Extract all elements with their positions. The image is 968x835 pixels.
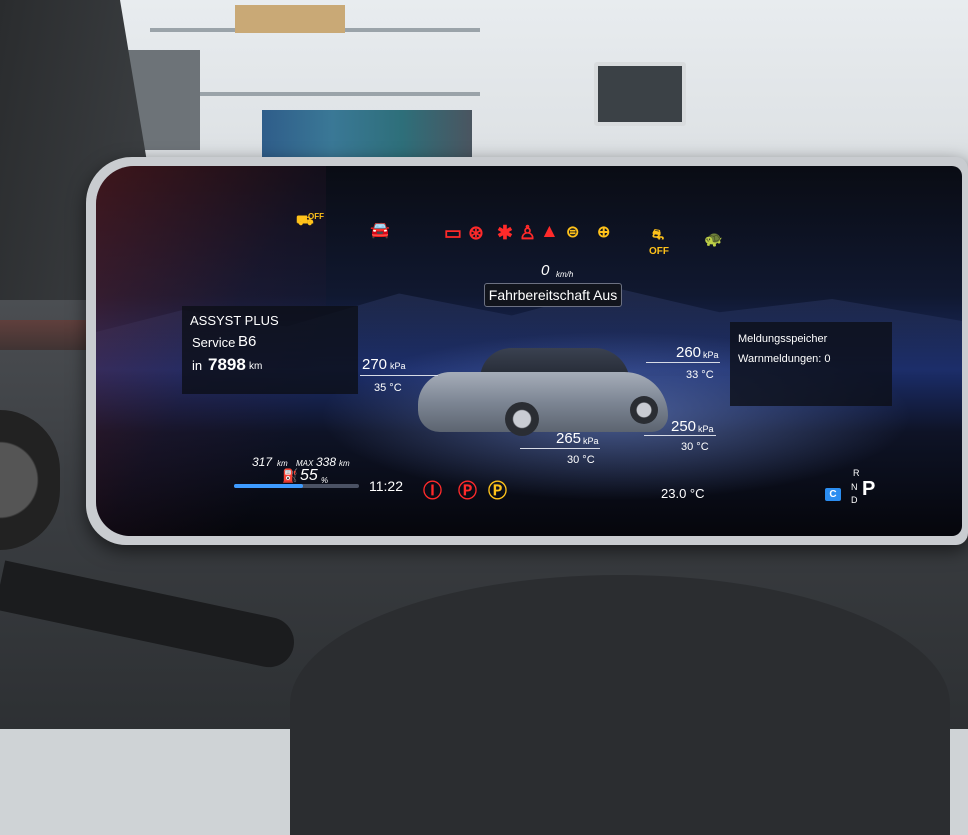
tire-front-left-leader [360,375,438,376]
tire-rear-right-pressure: 250 [671,418,697,435]
wall-monitor [594,62,686,126]
range-value: 317 [252,455,273,469]
tire-rear-left-unit: kPa [583,436,599,446]
tire-front-left-pressure: 270 [362,356,388,373]
messages-title: Meldungsspeicher [738,333,828,345]
gear-r: R [853,468,860,478]
max-range-value: 338 [316,455,337,469]
tire-front-right-temp: 33 °C [686,369,714,381]
vehicle-illustration [418,372,668,432]
gear-n: N [851,482,858,492]
tire-pressure-warning-icon: ⊕ [597,224,611,241]
max-range-unit: km [339,459,350,468]
front-wheel [505,402,539,436]
abs-warning-icon: ⊜ [566,224,580,241]
tire-front-right-leader [646,362,720,363]
battery-charge-icon: ⛽ [282,468,299,483]
messages-warnings: Warnmeldungen: 0 [738,353,831,365]
tire-rear-right-temp: 30 °C [681,441,709,453]
status-message: Fahrbereitschaft Aus [484,283,622,307]
parking-brake-red-icon: Ⓟ [458,481,478,502]
tire-front-right-unit: kPa [703,350,719,360]
door-open-icon: 🚘 [370,222,390,239]
service-label: Service [192,335,236,350]
tire-rear-left-temp: 30 °C [567,454,595,466]
speed-value: 0 [541,262,550,279]
tire-front-left-unit: kPa [390,361,406,371]
tire-rear-left-leader [520,448,600,449]
tire-front-right-pressure: 260 [676,344,702,361]
gear-d: D [851,495,858,505]
hazard-triangle-icon: ▲ [540,221,559,242]
turtle-limp-mode-icon: 🐢 [704,231,723,248]
battery-gauge-fill [234,484,303,488]
steering-warning-icon: ⊛ [468,223,484,244]
brake-warning-icon: Ⓘ [423,481,443,502]
tire-rear-right-unit: kPa [698,424,714,434]
service-distance: 7898 [208,355,246,374]
esp-off-label: OFF [308,212,324,221]
speed-unit: km/h [556,270,574,279]
service-code: B6 [238,333,257,350]
battery-charge-value: 55 [300,467,318,484]
parking-brake-amber-icon: Ⓟ [488,481,508,502]
steering-wheel [290,575,950,835]
tire-rear-left-pressure: 265 [556,430,582,447]
service-title: ASSYST PLUS [190,313,279,328]
outside-temperature: 23.0 °C [661,486,705,501]
rear-wheel [630,396,658,424]
clock-time: 11:22 [369,478,403,494]
battery-gauge [234,484,359,488]
airbag-warning-icon: ✱ [497,223,513,244]
battery-warning-icon: ▭ [444,223,462,244]
tire-front-left-temp: 35 °C [374,382,402,394]
gear-p-selected: P [862,478,876,500]
cardboard-box [235,5,345,33]
hold-off-icon: ⛐ [652,226,665,242]
service-distance-unit: km [249,361,263,372]
service-in-label: in [192,358,203,373]
equipment-rack [262,110,472,160]
seatbelt-warning-icon: ♙ [519,223,537,244]
range-unit: km [277,459,288,468]
drive-mode-badge: C [825,488,841,501]
hold-off-label: OFF [649,246,669,257]
tire-rear-right-leader [644,435,716,436]
